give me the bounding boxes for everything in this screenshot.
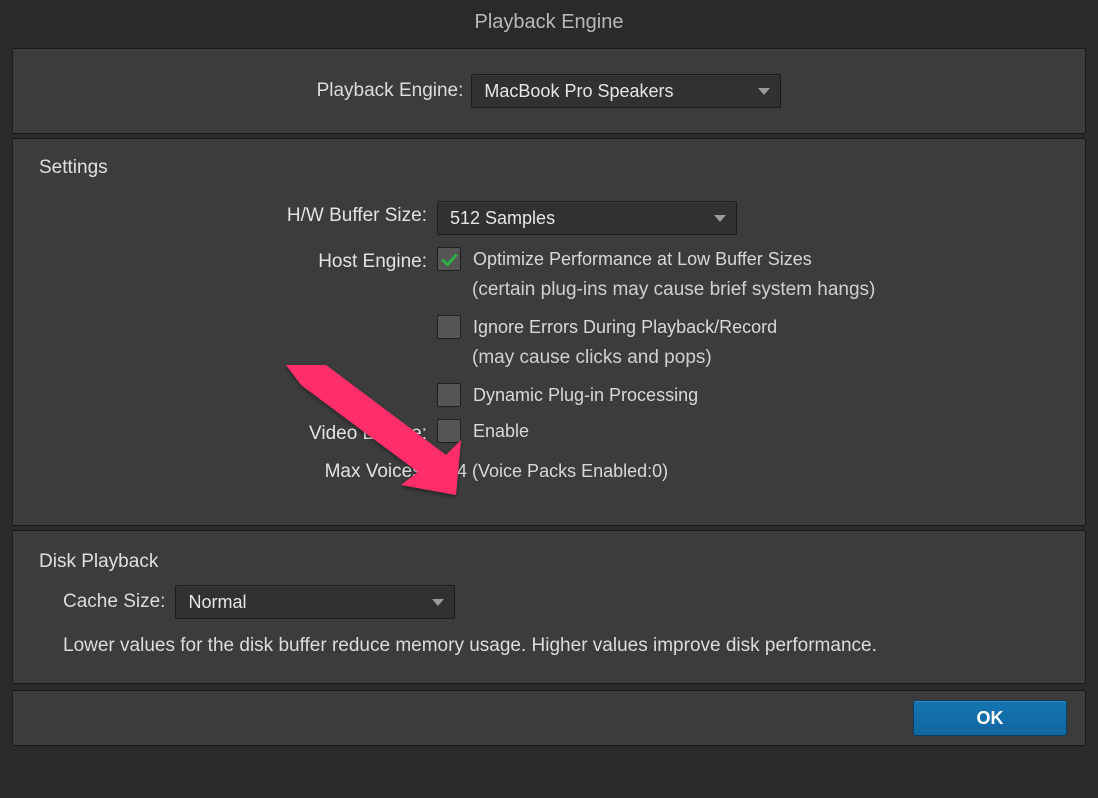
ignore-errors-hint: (may cause clicks and pops): [472, 347, 875, 369]
dynamic-plugin-checkbox[interactable]: [437, 383, 461, 407]
buffer-size-value: 512 Samples: [450, 208, 555, 229]
chevron-down-icon: [714, 215, 726, 222]
dynamic-plugin-label: Dynamic Plug-in Processing: [473, 385, 698, 406]
disk-playback-title: Disk Playback: [39, 551, 1059, 573]
settings-title: Settings: [39, 157, 1059, 179]
chevron-down-icon: [758, 88, 770, 95]
playback-engine-label: Playback Engine:: [317, 80, 464, 102]
playback-engine-panel: Playback Engine: MacBook Pro Speakers: [12, 48, 1086, 134]
max-voices-value: 384 (Voice Packs Enabled:0): [437, 457, 668, 482]
settings-panel: Settings H/W Buffer Size: 512 Samples Ho…: [12, 138, 1086, 526]
chevron-down-icon: [432, 599, 444, 606]
buffer-size-label: H/W Buffer Size:: [39, 201, 437, 227]
video-engine-enable-label: Enable: [473, 421, 529, 442]
playback-engine-dialog: Playback Engine Playback Engine: MacBook…: [0, 0, 1098, 798]
ignore-errors-checkbox[interactable]: [437, 315, 461, 339]
playback-engine-value: MacBook Pro Speakers: [484, 81, 673, 102]
cache-size-label: Cache Size:: [63, 591, 165, 613]
cache-size-value: Normal: [188, 592, 246, 613]
video-engine-label: Video Engine:: [39, 419, 437, 445]
window-title: Playback Engine: [0, 0, 1098, 44]
ok-button[interactable]: OK: [913, 700, 1067, 736]
optimize-performance-label: Optimize Performance at Low Buffer Sizes: [473, 249, 812, 270]
disk-buffer-hint: Lower values for the disk buffer reduce …: [63, 635, 1059, 657]
max-voices-label: Max Voices:: [39, 457, 437, 483]
host-engine-label: Host Engine:: [39, 247, 437, 273]
buffer-size-dropdown[interactable]: 512 Samples: [437, 201, 737, 235]
optimize-performance-hint: (certain plug-ins may cause brief system…: [472, 279, 875, 301]
ignore-errors-label: Ignore Errors During Playback/Record: [473, 317, 777, 338]
optimize-performance-checkbox[interactable]: [437, 247, 461, 271]
dialog-footer: OK: [12, 690, 1086, 746]
video-engine-enable-checkbox[interactable]: [437, 419, 461, 443]
ok-button-label: OK: [977, 708, 1004, 729]
playback-engine-dropdown[interactable]: MacBook Pro Speakers: [471, 74, 781, 108]
cache-size-dropdown[interactable]: Normal: [175, 585, 455, 619]
disk-playback-panel: Disk Playback Cache Size: Normal Lower v…: [12, 530, 1086, 684]
